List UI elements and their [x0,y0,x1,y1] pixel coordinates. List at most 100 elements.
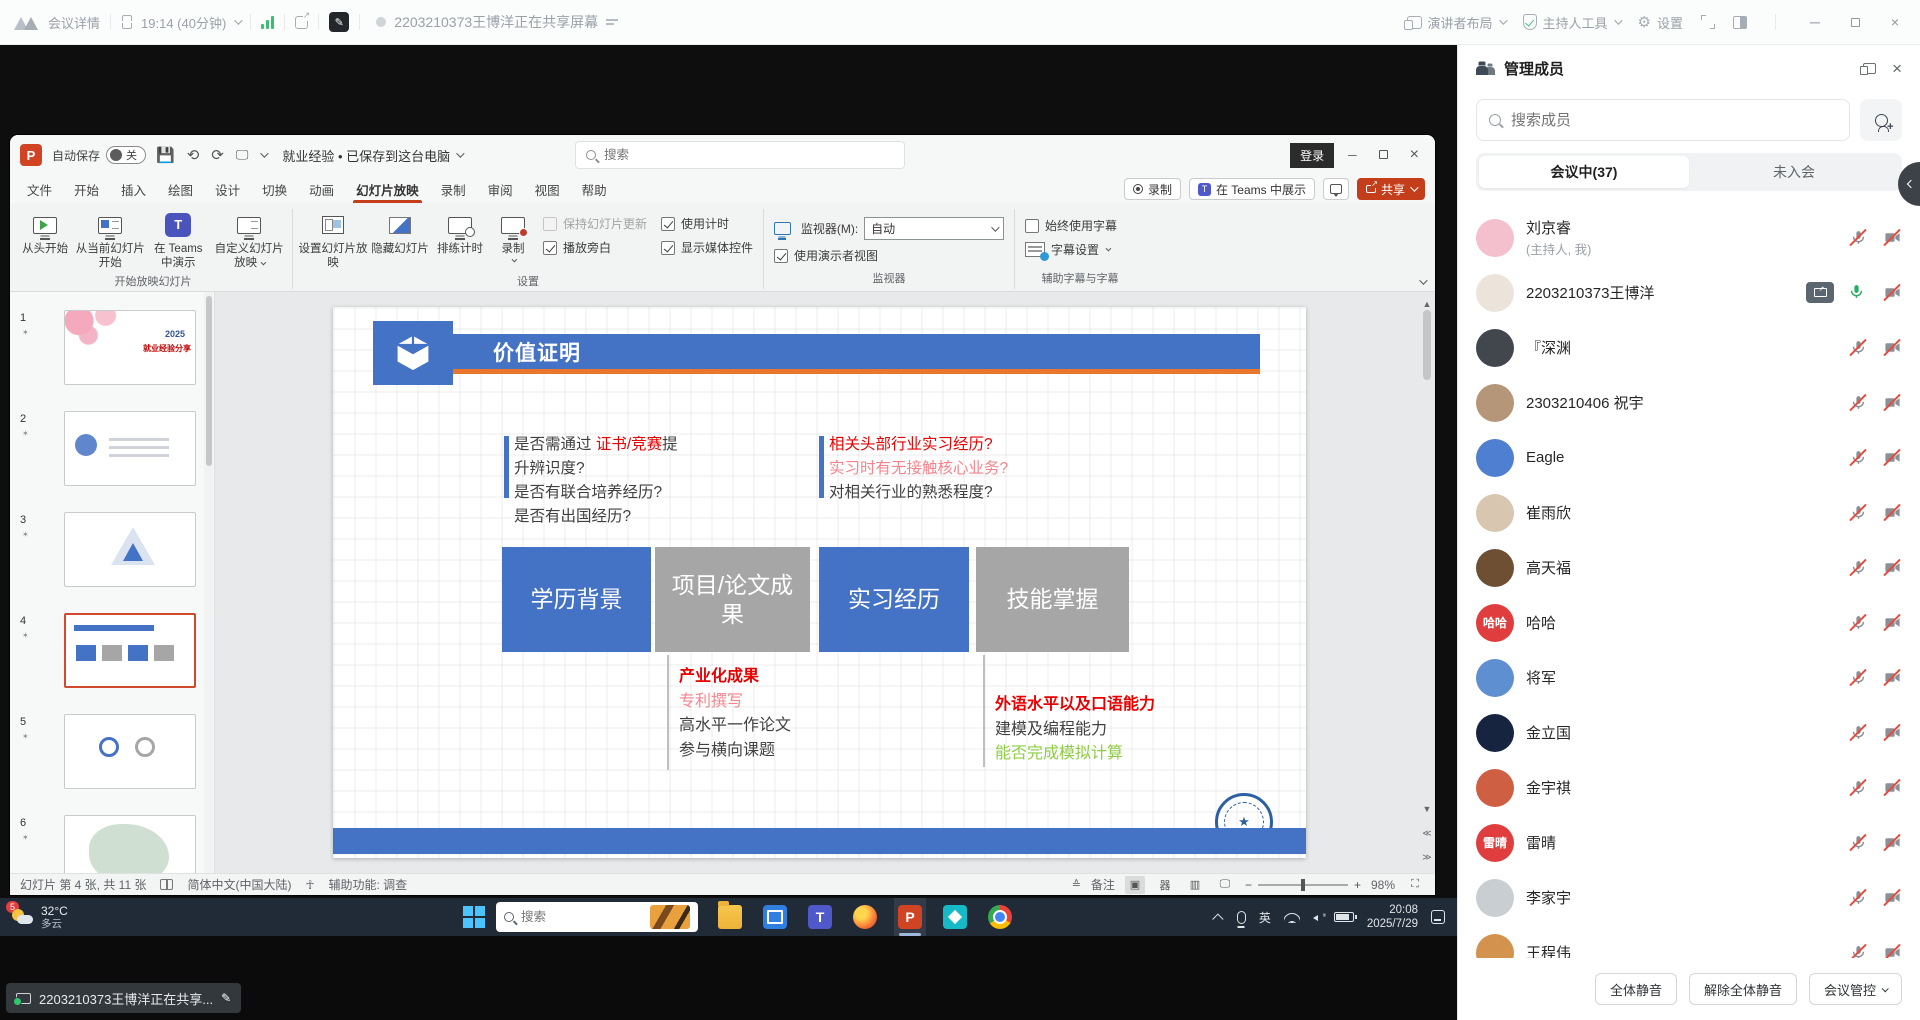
fit-slide-icon[interactable]: ⛶ [1405,876,1425,894]
slideshow-view-icon[interactable]: 🖵 [1215,876,1235,894]
start-button[interactable] [463,906,485,928]
save-icon[interactable]: 💾 [156,146,175,164]
custom-slideshow-button[interactable]: 自定义幻灯片放映 [210,207,288,271]
reading-view-icon[interactable]: ▥ [1185,876,1205,894]
camera-off-icon[interactable] [1882,943,1902,959]
camera-off-icon[interactable] [1882,338,1902,358]
photos-icon[interactable] [939,898,971,936]
ribbon-tab[interactable]: 帮助 [571,175,618,203]
mic-active-icon[interactable] [1848,283,1868,303]
from-current-slide-button[interactable]: 从当前幻灯片开始 [74,207,146,271]
mic-muted-icon[interactable] [1848,613,1868,633]
tab-in-meeting[interactable]: 会议中(37) [1479,156,1689,188]
layout-button[interactable]: 演讲者布局 [1407,13,1505,32]
use-timings-checkbox[interactable]: 使用计时 [661,215,753,232]
hide-slide-button[interactable]: 隐藏幻灯片 [371,207,429,256]
member-row[interactable]: 王程伟 [1458,925,1920,958]
window-maximize-button[interactable] [1844,14,1866,30]
ribbon-tab[interactable]: 文件 [16,175,63,203]
camera-off-icon[interactable] [1882,393,1902,413]
mic-muted-icon[interactable] [1848,943,1868,959]
member-row[interactable]: 李家宇 [1458,870,1920,925]
notification-center-icon[interactable] [1431,910,1445,924]
record-slideshow-button[interactable]: 录制 [491,207,535,263]
meeting-details[interactable]: 会议详情 [0,13,100,32]
mic-muted-icon[interactable] [1848,558,1868,578]
mic-muted-icon[interactable] [1848,668,1868,688]
member-row[interactable]: 2203210373王博洋 [1458,265,1920,320]
member-row[interactable]: Eagle [1458,430,1920,485]
collapse-ribbon-icon[interactable] [1419,276,1427,284]
autosave-toggle[interactable]: 自动保存 关 [52,146,146,164]
scrollbar-thumb[interactable] [1423,310,1431,380]
subtitle-settings-button[interactable]: 字幕设置 [1025,241,1135,258]
checkbox-checked-icon[interactable] [774,249,788,263]
document-title[interactable]: 就业经验 • 已保存到这台电脑 [282,146,462,165]
qat-more-icon[interactable] [261,149,269,157]
mic-muted-icon[interactable] [1848,778,1868,798]
camera-off-icon[interactable] [1882,833,1902,853]
member-row[interactable]: 哈哈 哈哈 [1458,595,1920,650]
ribbon-tab[interactable]: 插入 [110,175,157,203]
normal-view-icon[interactable]: ▣ [1125,876,1145,894]
ribbon-tab[interactable]: 幻灯片放映 [345,175,430,203]
camera-off-icon[interactable] [1882,503,1902,523]
zoom-out-icon[interactable]: − [1245,878,1252,892]
open-external-icon[interactable] [295,16,308,29]
ribbon-tab[interactable]: 审阅 [477,175,524,203]
previous-slide-icon[interactable]: ≪ [1421,825,1433,841]
from-beginning-button[interactable]: 从头开始 [18,207,72,256]
member-row[interactable]: 雷晴 雷晴 [1458,815,1920,870]
checkbox-checked-icon[interactable] [661,241,675,255]
member-row[interactable]: 『深渊 [1458,320,1920,375]
presenter-view-checkbox[interactable]: 使用演示者视图 [774,247,1004,264]
mic-muted-icon[interactable] [1848,723,1868,743]
member-row[interactable]: 金立国 [1458,705,1920,760]
camera-off-icon[interactable] [1882,283,1902,303]
taskbar-clock[interactable]: 20:08 2025/7/29 [1367,903,1418,931]
fullscreen-icon[interactable] [1701,15,1715,29]
camera-off-icon[interactable] [1882,228,1902,248]
camera-off-icon[interactable] [1882,448,1902,468]
mic-muted-icon[interactable] [1848,503,1868,523]
camera-off-icon[interactable] [1882,558,1902,578]
window-close-button[interactable]: × [1884,14,1906,30]
zoom-level[interactable]: 98% [1371,878,1395,892]
zoom-track[interactable] [1258,884,1348,886]
ribbon-tab[interactable]: 录制 [430,175,477,203]
unmute-all-button[interactable]: 解除全体静音 [1689,973,1797,1005]
meeting-controls-button[interactable]: 会议管控 [1809,973,1902,1005]
input-language[interactable]: 英 [1259,909,1271,926]
accessibility-label[interactable]: 辅助功能: 调查 [328,876,407,893]
teams-icon[interactable]: T [804,898,836,936]
share-button[interactable]: 共享 [1357,178,1425,200]
spellcheck-icon[interactable] [160,879,173,890]
wifi-icon[interactable] [1284,911,1300,923]
host-tools-button[interactable]: 主持人工具 [1523,13,1620,32]
annotation-pen-icon[interactable]: ✎ [329,12,349,32]
camera-off-icon[interactable] [1882,888,1902,908]
tab-not-joined[interactable]: 未入会 [1689,156,1899,188]
mic-muted-icon[interactable] [1848,338,1868,358]
zoom-in-icon[interactable]: + [1354,878,1361,892]
camera-off-icon[interactable] [1882,613,1902,633]
camera-off-icon[interactable] [1882,723,1902,743]
sharing-indicator-pill[interactable]: 2203210373王博洋正在共享... ✎ [6,983,241,1013]
camera-off-icon[interactable] [1882,668,1902,688]
setup-slideshow-button[interactable]: 设置幻灯片放映 [297,207,369,271]
search-highlight-image[interactable] [650,905,690,929]
thumbnail-scrollbar[interactable] [204,292,213,873]
present-in-teams-button[interactable]: T 在 Teams 中展示 [1189,178,1315,200]
ribbon-tab[interactable]: 开始 [63,175,110,203]
mic-muted-icon[interactable] [1848,393,1868,413]
hidden-icons-chevron-icon[interactable] [1212,913,1223,924]
mic-muted-icon[interactable] [1848,888,1868,908]
mic-muted-icon[interactable] [1848,228,1868,248]
always-use-subtitles-checkbox[interactable]: 始终使用字幕 [1025,217,1135,234]
weather-widget[interactable]: 5 32°C 多云 [0,898,80,936]
ribbon-tab[interactable]: 设计 [204,175,251,203]
monitor-dropdown[interactable]: 自动 [864,217,1004,240]
autosave-switch[interactable]: 关 [106,146,146,164]
member-row[interactable]: 2303210406 祝宇 [1458,375,1920,430]
login-button[interactable]: 登录 [1290,143,1334,168]
